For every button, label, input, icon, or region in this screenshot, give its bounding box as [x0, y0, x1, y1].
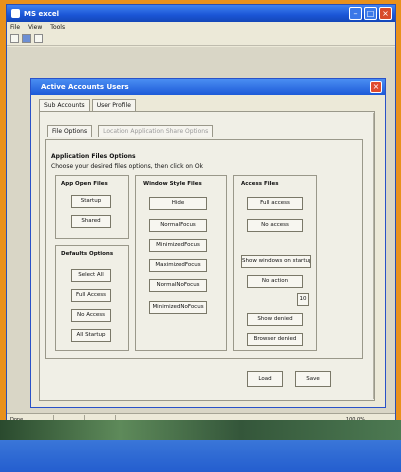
maximize-button[interactable]: □	[364, 7, 377, 20]
tab-sub-accounts[interactable]: Sub Accounts	[39, 99, 90, 111]
menu-view[interactable]: View	[28, 24, 42, 31]
all-startup-button[interactable]: All Startup	[71, 329, 111, 342]
load-button[interactable]: Load	[247, 371, 283, 387]
hide-button[interactable]: Hide	[149, 197, 207, 210]
normal-focus-button[interactable]: NormalFocus	[149, 219, 207, 232]
background-strip	[0, 420, 401, 440]
no-access-button[interactable]: No Access	[71, 309, 111, 322]
menu-tools[interactable]: Tools	[50, 24, 65, 31]
tab-user-profile[interactable]: User Profile	[91, 99, 136, 111]
dialog-close-button[interactable]: ×	[370, 81, 382, 93]
taskbar	[0, 440, 401, 472]
minimized-focus-button[interactable]: MinimizedFocus	[149, 239, 207, 252]
no-action-button[interactable]: No action	[247, 275, 303, 288]
new-icon[interactable]	[10, 34, 19, 43]
tab-location-options[interactable]: Location Application Share Options	[98, 125, 214, 137]
no-access-file-button[interactable]: No access	[247, 219, 303, 232]
tab-file-options[interactable]: File Options	[47, 125, 93, 137]
section-subtitle: Choose your desired files options, then …	[51, 163, 204, 170]
dialog-title[interactable]: Active Accounts Users	[31, 79, 385, 95]
window-title: MS excel	[24, 9, 60, 18]
full-access-file-button[interactable]: Full access	[247, 197, 303, 210]
close-button[interactable]: ×	[379, 7, 392, 20]
show-denied-button[interactable]: Show denied	[247, 313, 303, 326]
startup-button[interactable]: Startup	[71, 195, 111, 208]
select-all-button[interactable]: Select All	[71, 269, 111, 282]
full-access-button[interactable]: Full Access	[71, 289, 111, 302]
main-tabs: Sub Accounts User Profile	[39, 99, 136, 111]
pen-icon[interactable]	[22, 34, 31, 43]
menubar: File View Tools	[7, 22, 395, 32]
menu-file[interactable]: File	[10, 24, 20, 31]
maximized-focus-button[interactable]: MaximizedFocus	[149, 259, 207, 272]
value-field[interactable]: 10	[297, 293, 309, 306]
sub-tabs: File Options Location Application Share …	[47, 125, 214, 137]
accounts-dialog: Active Accounts Users × Sub Accounts Use…	[30, 78, 386, 408]
window-style-title: Window Style Files	[143, 181, 202, 187]
minimized-nofocus-button[interactable]: MinimizedNoFocus	[149, 301, 207, 314]
section-title: Application Files Options	[51, 153, 136, 160]
tool-icon[interactable]	[34, 34, 43, 43]
toolbar	[7, 32, 395, 46]
app-open-title: App Open Files	[61, 181, 108, 187]
dialog-scrollbar[interactable]	[373, 113, 379, 399]
browser-denied-button[interactable]: Browser denied	[247, 333, 303, 346]
access-title: Access Files	[241, 181, 279, 187]
save-button[interactable]: Save	[295, 371, 331, 387]
shared-button[interactable]: Shared	[71, 215, 111, 228]
normal-nofocus-button[interactable]: NormalNoFocus	[149, 279, 207, 292]
show-windows-startup-button[interactable]: Show windows on startup	[241, 255, 311, 268]
main-titlebar[interactable]: MS excel	[7, 5, 395, 22]
minimize-button[interactable]: –	[349, 7, 362, 20]
app-icon	[11, 9, 20, 18]
defaults-title: Defaults Options	[61, 251, 114, 257]
